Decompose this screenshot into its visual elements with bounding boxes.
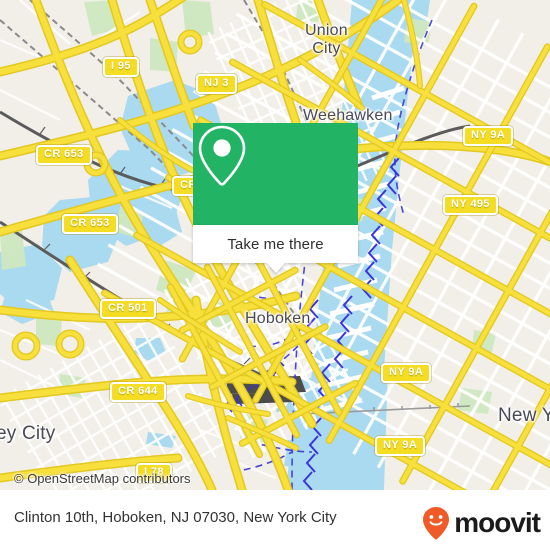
place-label-new-york: New Y	[498, 405, 550, 426]
place-label-text: New Y	[498, 405, 550, 426]
take-me-there-label: Take me there	[227, 235, 324, 253]
place-label-hoboken: Hoboken	[245, 310, 310, 328]
place-label-union-city: Union City	[305, 22, 348, 58]
moovit-wordmark: moovit	[454, 507, 541, 538]
highway-shield-ny495[interactable]: NY 495	[443, 195, 498, 215]
moovit-pin-smiley-icon	[423, 507, 450, 540]
place-label-jersey-city: ey City	[0, 423, 55, 444]
osm-attribution[interactable]: © OpenStreetMap contributors	[14, 471, 191, 486]
highway-shield-cr644[interactable]: CR 644	[110, 382, 166, 402]
map-canvas[interactable]: Union City Weehawken Hoboken ey City New …	[0, 0, 550, 490]
highway-shield-cr501[interactable]: CR 501	[100, 299, 156, 319]
moovit-brand[interactable]: moovit	[421, 506, 541, 540]
highway-shield-nj3[interactable]: NJ 3	[196, 74, 237, 94]
place-label-text: Weehawken	[303, 107, 393, 124]
map-pin-icon	[198, 125, 246, 186]
place-label-text: Union City	[305, 22, 348, 57]
place-label-text: Hoboken	[245, 310, 311, 327]
popup-header	[193, 123, 358, 225]
highway-shield-ny9a-b[interactable]: NY 9A	[381, 363, 432, 383]
take-me-there-button[interactable]: Take me there	[193, 225, 358, 263]
address-label: Clinton 10th, Hoboken, NJ 07030, New Yor…	[14, 509, 337, 526]
highway-shield-ny9a-a[interactable]: NY 9A	[463, 126, 514, 146]
popup-pointer-tail	[266, 263, 285, 273]
place-label-text: ey City	[0, 423, 56, 444]
highway-shield-cr653-b[interactable]: CR 653	[62, 214, 118, 234]
highway-shield-ny9a-c[interactable]: NY 9A	[375, 436, 426, 456]
highway-shield-i95[interactable]: I 95	[103, 57, 139, 77]
destination-popup[interactable]: Take me there	[193, 123, 358, 273]
highway-shield-cr653-a[interactable]: CR 653	[36, 145, 92, 165]
footer-bar: Clinton 10th, Hoboken, NJ 07030, New Yor…	[0, 490, 550, 550]
moovit-map-card: Union City Weehawken Hoboken ey City New …	[0, 0, 550, 550]
